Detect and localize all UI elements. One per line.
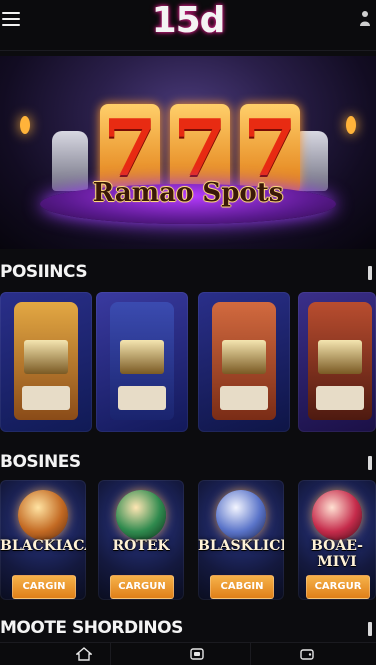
table-card-button[interactable]: CARGUN <box>110 575 174 599</box>
game-emblem <box>216 490 266 540</box>
bottom-nav <box>0 642 376 665</box>
table-card-label: BOAE-MIVI <box>311 538 363 570</box>
torch-icon <box>20 116 30 134</box>
table-card-button[interactable]: CARGUR <box>306 575 370 599</box>
user-icon[interactable] <box>358 8 372 30</box>
slot-card[interactable] <box>96 292 188 432</box>
table-card-label: BLACKIACAR <box>0 538 86 554</box>
table-card[interactable]: BLASKLICK CABGIN <box>198 480 284 600</box>
slot-icon <box>190 648 204 660</box>
tab-home[interactable] <box>0 643 110 665</box>
table-card[interactable]: BLACKIACAR CARGIN <box>0 480 86 600</box>
table-card-label: ROTEK <box>112 538 170 554</box>
game-emblem <box>18 490 68 540</box>
table-card[interactable]: BOAE-MIVI CARGUR <box>298 480 376 600</box>
game-emblem <box>116 490 166 540</box>
table-card-button[interactable]: CABGIN <box>210 575 274 599</box>
top-bar: 15d <box>0 0 376 51</box>
slot-card[interactable] <box>298 292 376 432</box>
section-title-bosines: BOSINES <box>0 452 81 472</box>
table-card-button[interactable]: CARGIN <box>12 575 76 599</box>
slot-card[interactable] <box>198 292 290 432</box>
slot-card[interactable] <box>0 292 92 432</box>
tab-slots[interactable] <box>110 643 251 665</box>
scroll-indicator <box>368 266 372 280</box>
hero-banner[interactable]: 7 7 7 Ramao Spots <box>0 56 376 249</box>
section-title-positions: POSIINCS <box>0 262 88 282</box>
home-icon <box>76 647 92 661</box>
torch-icon <box>346 116 356 134</box>
tab-wallet[interactable] <box>250 643 376 665</box>
table-card-label: BLASKLICK <box>198 538 284 554</box>
scroll-indicator <box>368 456 372 470</box>
game-emblem <box>312 490 362 540</box>
brand-logo[interactable]: 15d <box>0 0 376 41</box>
wallet-icon <box>300 649 314 660</box>
section-title-more: MOOTE SHORDINOS <box>0 618 183 638</box>
hero-title: Ramao Spots <box>92 178 284 208</box>
table-card[interactable]: ROTEK CARGUN <box>98 480 184 600</box>
scroll-indicator <box>368 622 372 636</box>
